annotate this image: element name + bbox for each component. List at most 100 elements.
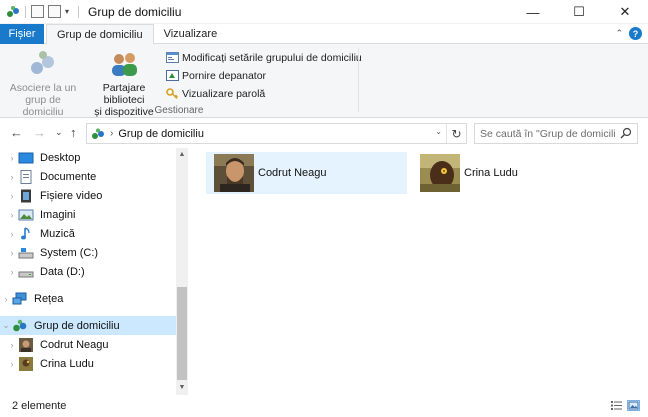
tree-item-drive-d[interactable]: › Data (D:): [0, 262, 176, 281]
scrollbar-thumb[interactable]: [177, 287, 187, 380]
view-password-label: Vizualizare parolă: [182, 87, 266, 100]
collapse-ribbon-button[interactable]: ⌃: [615, 28, 623, 39]
tree-label: Imagini: [40, 208, 76, 221]
expand-arrow[interactable]: ›: [6, 210, 18, 220]
tree-label: System (C:): [40, 246, 99, 259]
drive-d-icon: [18, 265, 34, 279]
videos-icon: [18, 189, 34, 203]
tree-item-network[interactable]: › Rețea: [0, 289, 176, 308]
close-button[interactable]: ✕: [602, 0, 648, 24]
help-icon[interactable]: ?: [629, 27, 642, 40]
tree-label: Codrut Neagu: [40, 338, 109, 351]
refresh-button[interactable]: ↻: [446, 124, 466, 143]
expand-arrow[interactable]: ›: [6, 248, 18, 258]
large-icons-view-button[interactable]: [627, 400, 640, 411]
start-troubleshooter-label: Pornire depanator: [182, 69, 267, 82]
music-icon: [18, 226, 34, 241]
up-button[interactable]: ↑: [70, 125, 77, 140]
user-photo-icon: [420, 154, 460, 192]
tree-item-user-codrut[interactable]: › Codrut Neagu: [0, 335, 176, 354]
key-icon: [166, 87, 179, 100]
properties-icon[interactable]: [31, 5, 44, 18]
maximize-button[interactable]: ☐: [556, 0, 602, 24]
troubleshooter-icon: [166, 69, 179, 82]
tab-view[interactable]: Vizualizare: [154, 24, 228, 44]
scroll-down-button[interactable]: ▼: [176, 381, 188, 395]
details-view-button[interactable]: [610, 400, 623, 411]
scroll-up-button[interactable]: ▲: [176, 148, 188, 162]
title-bar: ▾ Grup de domiciliu — ☐ ✕: [0, 0, 648, 24]
window-title: Grup de domiciliu: [88, 4, 182, 19]
tree-label: Desktop: [40, 151, 81, 164]
address-bar[interactable]: › Grup de domiciliu ⌄ ↻: [86, 123, 467, 144]
settings-window-icon: [166, 51, 179, 64]
forward-button[interactable]: →: [33, 125, 46, 140]
user-avatar-icon: [18, 356, 34, 371]
ribbon-tabs: Fișier Grup de domiciliu Vizualizare ⌃ ?: [0, 24, 648, 45]
ribbon-group-separator: [358, 48, 359, 112]
expand-arrow[interactable]: ›: [6, 359, 18, 369]
expand-arrow[interactable]: ›: [6, 267, 18, 277]
navigation-pane[interactable]: › Desktop › Documente › Fișiere video › …: [0, 148, 188, 395]
expand-arrow[interactable]: ›: [6, 229, 18, 239]
tree-label: Data (D:): [40, 265, 85, 278]
recent-locations-button[interactable]: ⌄: [55, 127, 63, 138]
ribbon-group-label: Gestionare: [154, 105, 204, 116]
tree-item-drive-c[interactable]: › System (C:): [0, 243, 176, 262]
change-homegroup-settings-label: Modificați setările grupului de domicili…: [182, 51, 362, 64]
network-icon: [12, 292, 28, 306]
expand-arrow[interactable]: ›: [6, 340, 18, 350]
search-box[interactable]: [474, 123, 638, 144]
tree-label: Documente: [40, 170, 97, 183]
quick-access-separator: [25, 5, 26, 18]
folder-app-icon[interactable]: [6, 5, 20, 19]
homegroup-user-name: Codrut Neagu: [258, 167, 327, 179]
customize-quick-access-button[interactable]: ▾: [65, 7, 69, 16]
back-button[interactable]: ←: [10, 125, 23, 140]
new-folder-icon[interactable]: [48, 5, 61, 18]
title-separator: [78, 5, 80, 18]
ribbon: Asociere la un grup de domiciliu Partaja…: [0, 44, 648, 118]
join-homegroup-label-1: Asociere la un: [9, 82, 77, 94]
expand-arrow[interactable]: ›: [6, 172, 18, 182]
navigation-pane-scrollbar[interactable]: ▲ ▼: [176, 148, 188, 395]
homegroup-user-tile[interactable]: Codrut Neagu: [206, 152, 407, 194]
homegroup-user-name: Crina Ludu: [464, 167, 518, 179]
file-list[interactable]: Codrut Neagu Crina Ludu: [196, 148, 648, 395]
navigation-bar: ← → ⌄ ↑ › Grup de domiciliu ⌄ ↻: [0, 118, 648, 148]
expand-arrow[interactable]: ›: [6, 153, 18, 163]
tree-item-music[interactable]: › Muzică: [0, 224, 176, 243]
start-troubleshooter-button[interactable]: Pornire depanator: [166, 68, 362, 83]
tree-item-pictures[interactable]: › Imagini: [0, 205, 176, 224]
share-libraries-label-1: Partajare biblioteci: [102, 82, 146, 106]
collapse-arrow[interactable]: ⌄: [0, 320, 12, 331]
drive-c-icon: [18, 246, 34, 260]
share-users-icon: [108, 48, 140, 80]
view-password-button[interactable]: Vizualizare parolă: [166, 86, 362, 101]
tree-label: Muzică: [40, 227, 75, 240]
change-homegroup-settings-button[interactable]: Modificați setările grupului de domicili…: [166, 50, 362, 65]
tree-item-documents[interactable]: › Documente: [0, 167, 176, 186]
tab-homegroup[interactable]: Grup de domiciliu: [46, 24, 154, 45]
search-input[interactable]: [480, 127, 615, 140]
tree-label: Grup de domiciliu: [34, 319, 120, 332]
tree-label: Fișiere video: [40, 189, 103, 202]
tree-item-videos[interactable]: › Fișiere video: [0, 186, 176, 205]
homegroup-icon: [12, 319, 28, 333]
pictures-icon: [18, 208, 34, 222]
tree-item-homegroup[interactable]: ⌄ Grup de domiciliu: [0, 316, 176, 335]
breadcrumb-homegroup[interactable]: Grup de domiciliu: [118, 128, 204, 140]
expand-arrow[interactable]: ›: [0, 294, 12, 304]
expand-arrow[interactable]: ›: [6, 191, 18, 201]
address-history-button[interactable]: ⌄: [435, 127, 442, 136]
search-icon[interactable]: [620, 127, 632, 139]
tree-item-user-crina[interactable]: › Crina Ludu: [0, 354, 176, 373]
desktop-icon: [18, 151, 34, 165]
tree-item-desktop[interactable]: › Desktop: [0, 148, 176, 167]
homegroup-user-tile[interactable]: Crina Ludu: [412, 152, 613, 194]
minimize-button[interactable]: —: [510, 0, 556, 24]
breadcrumb-separator[interactable]: ›: [110, 128, 113, 139]
user-photo-icon: [214, 154, 254, 192]
item-count: 2 elemente: [12, 400, 67, 412]
tab-file[interactable]: Fișier: [0, 24, 44, 44]
